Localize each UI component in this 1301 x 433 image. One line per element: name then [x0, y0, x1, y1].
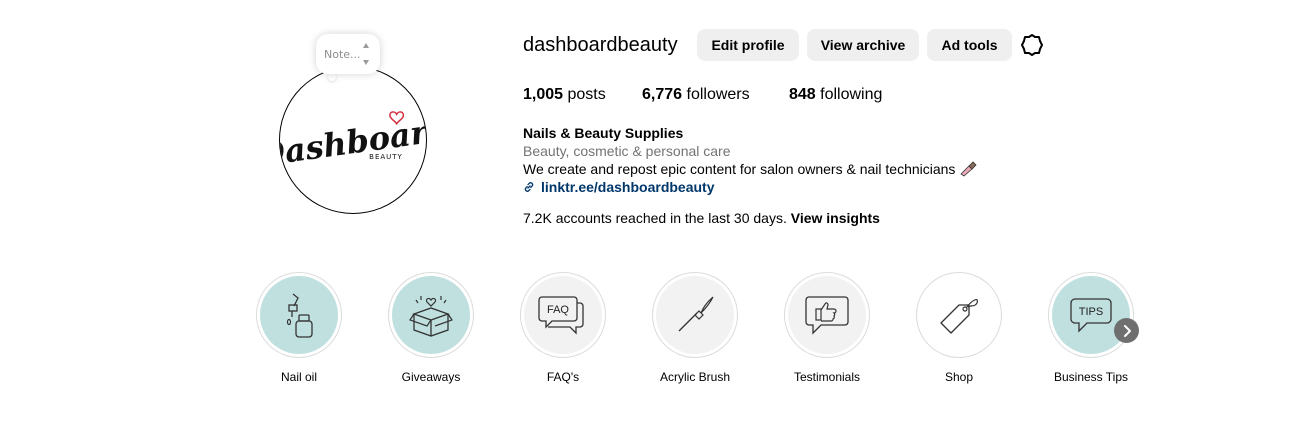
nail-polish-emoji-icon [960, 161, 978, 177]
highlight-label: Testimonials [793, 370, 861, 384]
link-icon [524, 182, 534, 192]
edit-profile-button[interactable]: Edit profile [697, 29, 799, 61]
view-insights-link[interactable]: View insights [791, 210, 880, 226]
gift-box-icon [409, 296, 453, 337]
highlight-shop[interactable]: Shop [916, 272, 1002, 384]
svg-text:Dashboard: Dashboard [280, 110, 427, 175]
stepper-down-icon[interactable] [363, 60, 369, 65]
brush-icon [678, 296, 714, 332]
highlight-label: Nail oil [280, 370, 317, 384]
following-count[interactable]: 848 following [789, 86, 882, 104]
note-bubble[interactable]: Note... [316, 34, 380, 74]
tips-speech-bubble-icon: TIPS [1070, 298, 1112, 333]
highlights-next-button[interactable] [1114, 318, 1139, 343]
bio-text: We create and repost epic content for sa… [523, 161, 978, 177]
stepper-up-icon[interactable] [363, 43, 369, 48]
posts-count: 1,005 posts [523, 86, 606, 103]
profile-username: dashboardbeauty [523, 34, 678, 56]
chevron-right-icon [1123, 324, 1131, 337]
highlight-acrylic-brush[interactable]: Acrylic Brush [652, 272, 738, 384]
highlight-label: Business Tips [1053, 370, 1129, 384]
bio-name: Nails & Beauty Supplies [523, 125, 684, 141]
faq-speech-bubble-icon: FAQ [538, 296, 584, 335]
view-archive-button[interactable]: View archive [807, 29, 919, 61]
bio-category: Beauty, cosmetic & personal care [523, 143, 731, 159]
note-input[interactable]: Note... [324, 48, 361, 61]
highlight-giveaways[interactable]: Giveaways [388, 272, 474, 384]
bio-link[interactable]: linktr.ee/dashboardbeauty [523, 179, 715, 195]
highlight-testimonials[interactable]: Testimonials [784, 272, 870, 384]
price-tag-icon [940, 298, 978, 334]
ad-tools-button[interactable]: Ad tools [927, 29, 1012, 61]
highlight-label: Shop [944, 370, 974, 384]
highlight-label: Giveaways [401, 370, 461, 384]
highlight-label: Acrylic Brush [659, 370, 730, 384]
nail-oil-bottle-icon [286, 293, 313, 338]
note-bubble-tail [328, 73, 336, 81]
insights-summary: 7.2K accounts reached in the last 30 day… [523, 210, 880, 226]
note-stepper[interactable] [361, 43, 371, 65]
settings-gear-icon[interactable] [1020, 33, 1044, 57]
svg-text:FAQ: FAQ [547, 304, 569, 316]
svg-text:TIPS: TIPS [1079, 306, 1103, 318]
svg-text:BEAUTY: BEAUTY [369, 153, 403, 161]
highlight-business-tips[interactable]: TIPS Business Tips [1048, 272, 1134, 384]
profile-avatar[interactable]: Dashboard BEAUTY [279, 66, 427, 214]
followers-count[interactable]: 6,776 followers [642, 86, 750, 104]
highlight-label: FAQ's [546, 370, 580, 384]
dashboard-beauty-logo: Dashboard BEAUTY [280, 110, 427, 175]
highlight-faqs[interactable]: FAQ FAQ's [520, 272, 606, 384]
thumbs-up-bubble-icon [805, 296, 849, 335]
highlight-nail-oil[interactable]: Nail oil [256, 272, 342, 384]
